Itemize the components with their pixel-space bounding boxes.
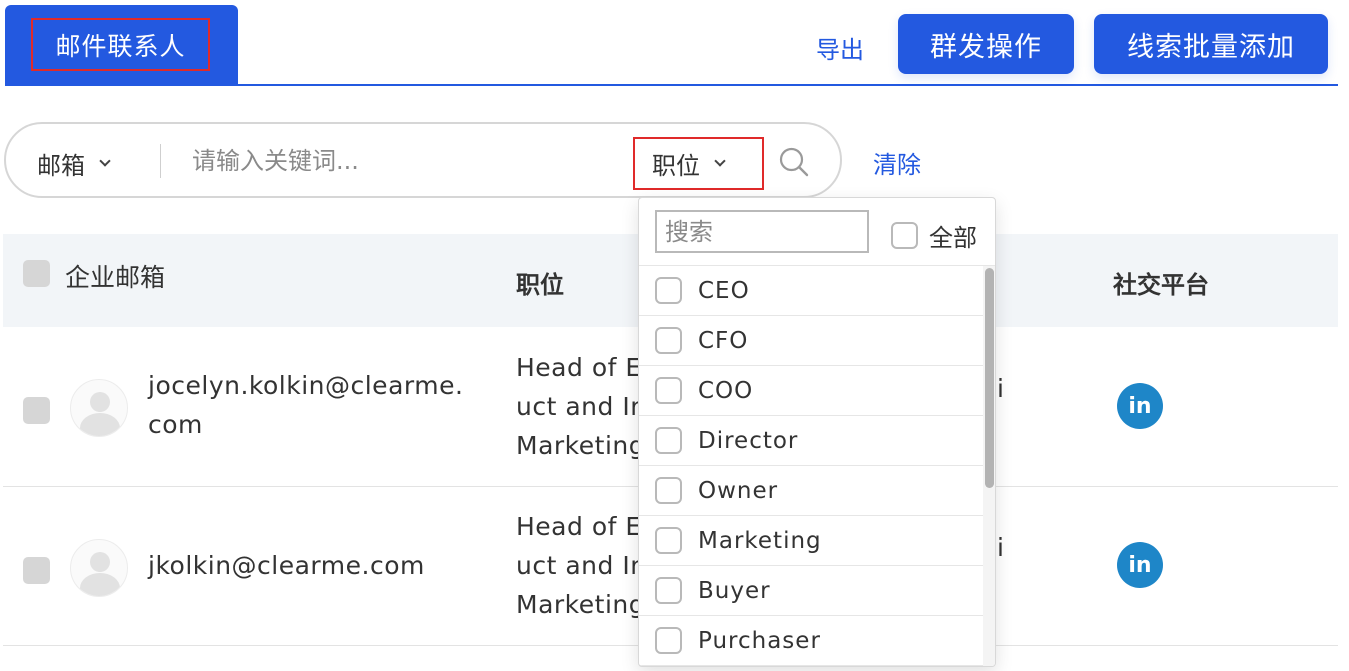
row-checkbox[interactable]: [23, 397, 50, 424]
contact-title: Head of E uct and In Marketing: [516, 353, 638, 460]
option-ceo[interactable]: CEO: [639, 266, 983, 316]
contact-email[interactable]: jkolkin@clearme.com: [148, 546, 425, 585]
search-field-select[interactable]: 邮箱: [37, 146, 111, 181]
search-field-label: 邮箱: [37, 152, 85, 180]
avatar: [70, 539, 128, 597]
option-buyer[interactable]: Buyer: [639, 566, 983, 616]
avatar: [70, 379, 128, 437]
checkbox[interactable]: [891, 222, 918, 249]
search-icon[interactable]: [778, 146, 810, 178]
contact-email[interactable]: jocelyn.kolkin@clearme. com: [148, 366, 463, 444]
checkbox[interactable]: [655, 627, 682, 654]
option-label: CFO: [698, 327, 749, 354]
option-purchaser[interactable]: Purchaser: [639, 616, 983, 666]
hidden-column-text: i: [997, 374, 1004, 403]
linkedin-icon[interactable]: in: [1117, 383, 1163, 429]
chevron-down-icon: [99, 154, 111, 167]
search-bar: 邮箱 职位: [4, 122, 842, 198]
column-header-email: 企业邮箱: [65, 263, 166, 292]
dropdown-search-input[interactable]: [655, 210, 869, 253]
tab-underline: [5, 84, 1338, 86]
checkbox[interactable]: [655, 527, 682, 554]
option-label: Purchaser: [698, 627, 821, 654]
checkbox[interactable]: [655, 427, 682, 454]
chevron-down-icon: [714, 154, 726, 167]
option-label: CEO: [698, 277, 750, 304]
option-marketing[interactable]: Marketing: [639, 516, 983, 566]
option-label: Director: [698, 427, 799, 454]
select-all-checkbox[interactable]: [23, 260, 50, 287]
option-label: Buyer: [698, 577, 771, 604]
option-coo[interactable]: COO: [639, 366, 983, 416]
checkbox[interactable]: [655, 327, 682, 354]
option-list: CEO CFO COO Director Owner Marketing Buy…: [639, 266, 983, 666]
column-header-social: 社交平台: [1113, 271, 1209, 299]
select-all-label: 全部: [929, 224, 977, 252]
scrollbar-thumb[interactable]: [985, 268, 994, 488]
bulk-add-leads-button[interactable]: 线索批量添加: [1094, 14, 1328, 74]
clear-button[interactable]: 清除: [873, 145, 921, 180]
linkedin-icon[interactable]: in: [1117, 542, 1163, 588]
select-all-option[interactable]: 全部: [891, 218, 977, 253]
column-header-position: 职位: [516, 271, 564, 299]
position-filter-select[interactable]: 职位: [633, 137, 764, 190]
export-link[interactable]: 导出: [816, 30, 864, 65]
checkbox[interactable]: [655, 577, 682, 604]
contact-title: Head of E uct and In Marketing: [516, 512, 638, 619]
option-director[interactable]: Director: [639, 416, 983, 466]
option-label: COO: [698, 377, 754, 404]
mass-action-button[interactable]: 群发操作: [898, 14, 1074, 74]
position-filter-label: 职位: [652, 152, 700, 180]
option-label: Owner: [698, 477, 779, 504]
checkbox[interactable]: [655, 377, 682, 404]
checkbox[interactable]: [655, 277, 682, 304]
position-dropdown: 全部 CEO CFO COO Director Owner Marketing …: [638, 197, 996, 667]
option-cfo[interactable]: CFO: [639, 316, 983, 366]
divider: [160, 144, 161, 178]
hidden-column-text: i: [997, 533, 1004, 562]
option-owner[interactable]: Owner: [639, 466, 983, 516]
tab-email-contacts-label[interactable]: 邮件联系人: [31, 18, 210, 71]
option-label: Marketing: [698, 527, 822, 554]
keyword-search-input[interactable]: [192, 142, 612, 180]
checkbox[interactable]: [655, 477, 682, 504]
row-checkbox[interactable]: [23, 557, 50, 584]
